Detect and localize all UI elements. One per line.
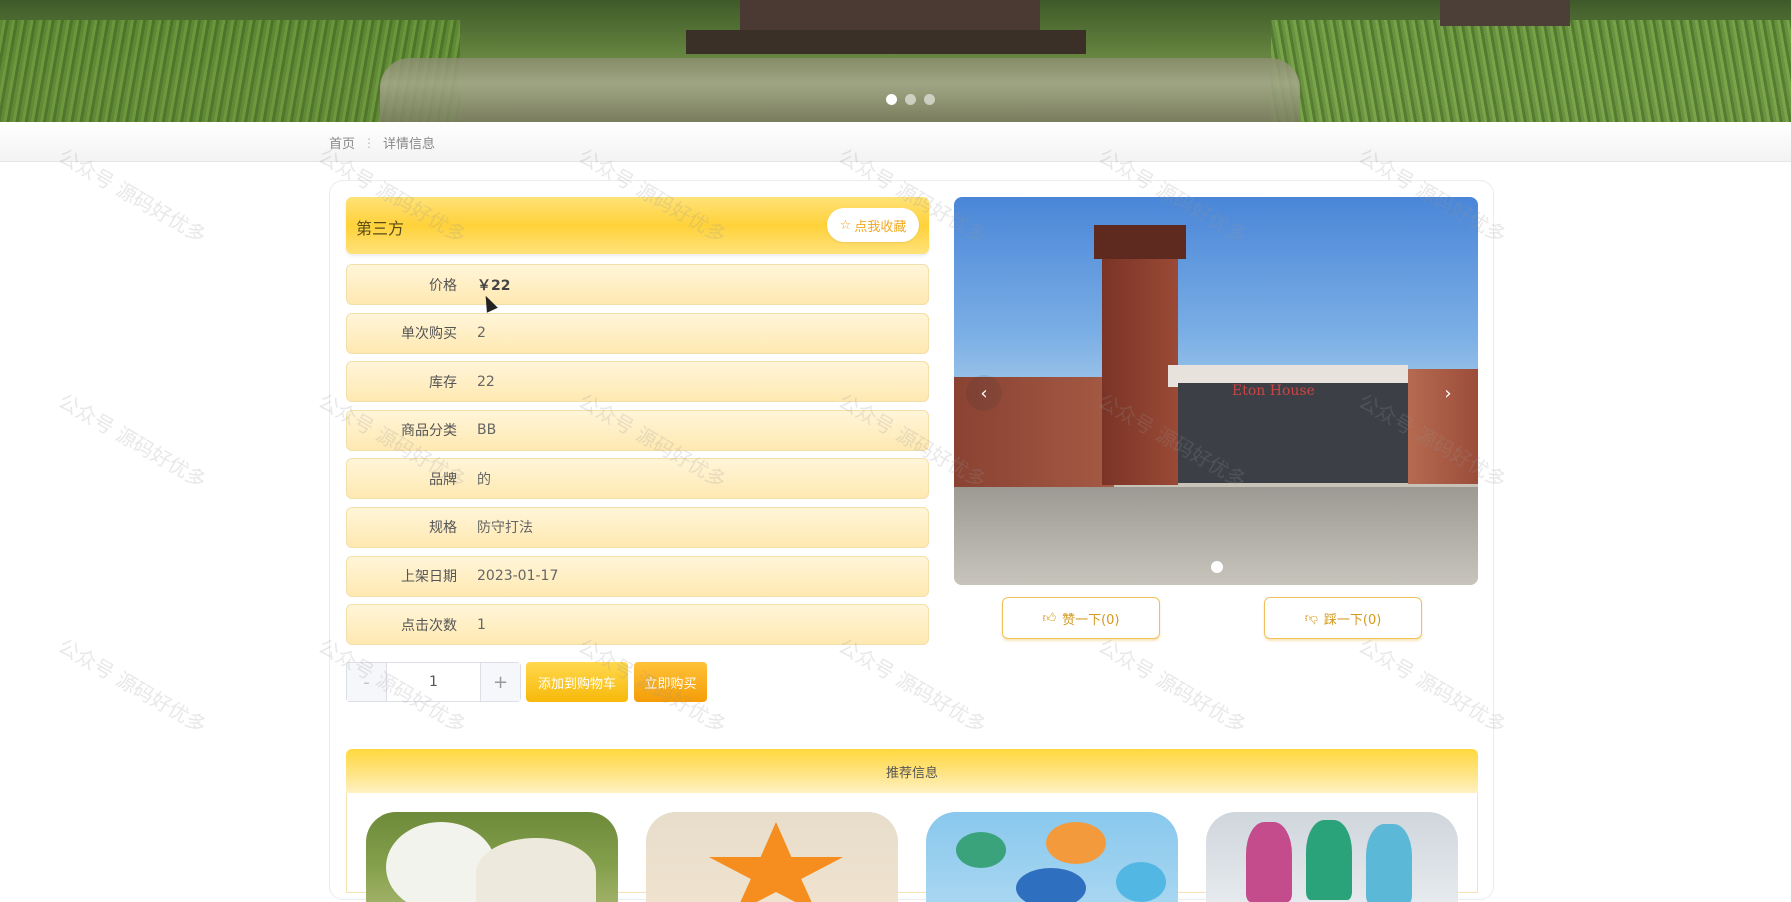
field-value: 2 — [477, 325, 486, 342]
banner-building-right — [1440, 0, 1570, 26]
thumbs-up-icon: 👍︎ — [1042, 610, 1057, 626]
field-row-price: 价格 ￥22 — [346, 264, 929, 305]
carousel-prev-button[interactable]: ‹ — [966, 375, 1002, 411]
banner-dot[interactable] — [905, 94, 916, 105]
recommend-title: 推荐信息 — [885, 765, 938, 781]
recommend-item[interactable] — [646, 812, 898, 902]
recommend-item[interactable] — [926, 812, 1178, 902]
field-row-spec: 规格 防守打法 — [346, 506, 929, 548]
recommend-image-toy — [1046, 822, 1106, 864]
breadcrumb-current: 详情信息 — [383, 137, 436, 152]
banner-building-base — [686, 30, 1086, 54]
field-value: 的 — [477, 471, 491, 488]
field-row-date: 上架日期 2023-01-17 — [346, 555, 929, 597]
field-value: 22 — [477, 373, 495, 390]
banner-grass-right — [1271, 20, 1791, 122]
like-label: 赞一下(0) — [1062, 612, 1120, 628]
field-value: 1 — [477, 616, 486, 633]
banner-dot[interactable] — [924, 94, 935, 105]
image-sign: Eton House — [1232, 383, 1315, 399]
carousel-next-button[interactable]: › — [1430, 375, 1466, 411]
banner-water — [380, 58, 1300, 122]
image-tower-top — [1094, 225, 1186, 259]
recommend-image-shell — [476, 838, 596, 902]
breadcrumb-bar: 首页 ⋮ 详情信息 — [0, 122, 1791, 162]
field-label: 点击次数 — [401, 617, 457, 634]
increase-button[interactable]: + — [480, 663, 520, 701]
field-label: 库存 — [429, 374, 457, 391]
field-label: 品牌 — [429, 471, 457, 488]
field-value: BB — [477, 422, 497, 439]
field-label: 上架日期 — [401, 569, 457, 586]
field-row-brand: 品牌 的 — [346, 458, 929, 500]
decrease-button[interactable]: - — [347, 663, 387, 701]
field-row-stock: 库存 22 — [346, 361, 929, 403]
favorite-button[interactable]: ☆ 点我收藏 — [827, 208, 919, 242]
dislike-button[interactable]: 👎︎ 踩一下(0) — [1264, 597, 1422, 639]
recommend-image-tail — [1366, 824, 1412, 902]
thumbs-down-icon: 👎︎ — [1304, 610, 1318, 626]
field-value: 防守打法 — [477, 520, 533, 537]
field-value: 2023-01-17 — [477, 568, 559, 585]
recommend-image-tail — [1246, 822, 1292, 902]
banner-dot[interactable] — [886, 94, 897, 105]
field-row-limit: 单次购买 2 — [346, 312, 929, 354]
recommend-item[interactable] — [1206, 812, 1458, 902]
star-outline-icon: ☆ — [839, 217, 852, 233]
recommend-header: 推荐信息 — [346, 749, 1478, 793]
recommend-image-tail — [1306, 820, 1352, 900]
watermark-text: 公众号 源码好优多 — [54, 388, 211, 493]
quantity-stepper[interactable]: - 1 + — [346, 662, 521, 702]
banner-indicators — [886, 94, 935, 105]
image-clock-tower — [1102, 255, 1178, 485]
recommend-image-toy — [1116, 862, 1166, 902]
product-title: 第三方 — [356, 219, 405, 238]
field-value: ￥22 — [477, 277, 511, 294]
field-label: 商品分类 — [401, 423, 457, 440]
watermark-text: 公众号 源码好优多 — [54, 633, 211, 738]
add-to-cart-button[interactable]: 添加到购物车 — [526, 662, 628, 702]
product-title-bar: 第三方 ☆ 点我收藏 — [346, 197, 929, 254]
like-button[interactable]: 👍︎ 赞一下(0) — [1002, 597, 1160, 639]
field-label: 价格 — [429, 277, 457, 294]
recommend-image-toy — [956, 832, 1006, 868]
buy-now-button[interactable]: 立即购买 — [634, 662, 707, 702]
product-fields: 价格 ￥22 单次购买 2 库存 22 商品分类 BB 品牌 的 规格 防守打法… — [346, 264, 929, 653]
field-row-category: 商品分类 BB — [346, 409, 929, 451]
quantity-input[interactable]: 1 — [387, 663, 480, 701]
banner-carousel[interactable] — [0, 0, 1791, 122]
field-label: 单次购买 — [401, 326, 457, 343]
recommend-image-starfish — [708, 822, 844, 902]
breadcrumb-home[interactable]: 首页 — [329, 133, 355, 152]
recommend-item[interactable] — [366, 812, 618, 902]
dislike-label: 踩一下(0) — [1323, 612, 1382, 628]
breadcrumb: 首页 ⋮ 详情信息 — [329, 133, 436, 153]
breadcrumb-separator-icon: ⋮ — [363, 135, 376, 150]
field-row-clicks: 点击次数 1 — [346, 604, 929, 646]
favorite-label: 点我收藏 — [854, 219, 907, 235]
product-image-carousel[interactable]: Eton House ‹ › — [954, 197, 1478, 585]
carousel-dot[interactable] — [1211, 561, 1223, 573]
field-label: 规格 — [429, 520, 457, 537]
recommend-image-toy — [1016, 868, 1086, 902]
